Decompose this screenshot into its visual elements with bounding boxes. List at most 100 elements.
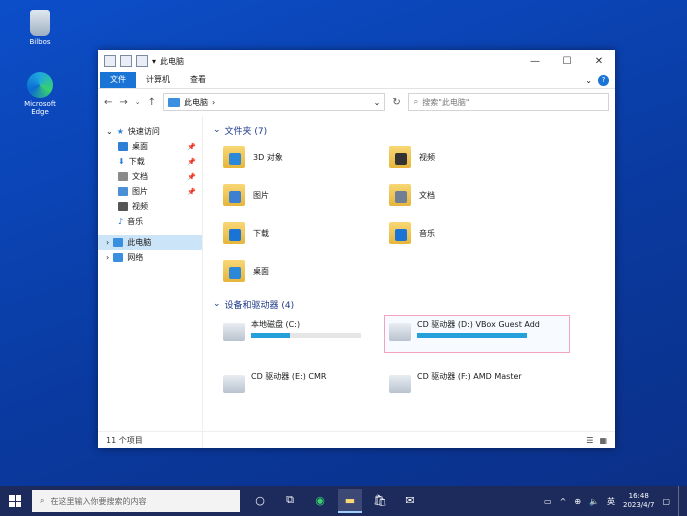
folder-item[interactable]: 桌面 xyxy=(223,257,389,285)
nav-item-music[interactable]: ♪ 音乐 xyxy=(98,214,202,229)
item-count: 11 个项目 xyxy=(106,435,143,445)
clock[interactable]: 16:48 2023/4/7 xyxy=(623,492,654,510)
folder-item[interactable]: 视频 xyxy=(389,143,555,171)
new-folder-icon[interactable] xyxy=(136,55,148,67)
network-icon[interactable]: ⊕ xyxy=(574,497,581,506)
address-row: ← → ⌄ ↑ 此电脑 › ⌄ ↻ ⌕ 搜索"此电脑" xyxy=(98,89,615,115)
folder-item[interactable]: 3D 对象 xyxy=(223,143,389,171)
desktop-icon-label: Bilbos xyxy=(29,38,51,46)
drive-usage-fill xyxy=(251,333,290,338)
folder-icon xyxy=(223,222,245,244)
folder-item[interactable]: 音乐 xyxy=(389,219,555,247)
edge-taskbar-icon[interactable]: ◉ xyxy=(308,489,332,511)
taskbar-search[interactable]: ⌕ 在这里输入你要搜索的内容 xyxy=(32,490,240,512)
back-button[interactable]: ← xyxy=(104,97,112,108)
drives-group-header[interactable]: ⌄ 设备和驱动器 (4) xyxy=(213,297,615,311)
drive-label: CD 驱动器 (D:) VBox Guest Add xyxy=(417,320,540,329)
drive-item[interactable]: CD 驱动器 (F:) AMD Master xyxy=(389,371,565,401)
show-desktop-button[interactable] xyxy=(678,486,683,516)
volume-icon[interactable]: 🔈 xyxy=(589,497,599,506)
drive-label: 本地磁盘 (C:) xyxy=(251,320,301,329)
pc-icon xyxy=(104,55,116,67)
desktop-icon-edge[interactable]: Microsoft Edge xyxy=(18,72,62,116)
ribbon: 文件 计算机 查看 ⌄ ? xyxy=(98,72,615,89)
address-text: 此电脑 xyxy=(184,97,209,107)
nav-item-pictures[interactable]: 图片 📌 xyxy=(98,184,202,199)
tab-view[interactable]: 查看 xyxy=(180,72,216,88)
folder-label: 文档 xyxy=(419,190,435,200)
desktop-icon-label: Microsoft Edge xyxy=(24,100,56,116)
help-icon[interactable]: ? xyxy=(598,74,609,86)
nav-network[interactable]: › 网络 xyxy=(98,250,202,265)
address-bar[interactable]: 此电脑 › ⌄ xyxy=(163,93,386,111)
drive-usage-bar xyxy=(417,333,527,338)
maximize-button[interactable]: ☐ xyxy=(551,56,583,67)
folder-label: 下载 xyxy=(253,228,269,238)
details-view-icon[interactable]: ☰ xyxy=(586,436,593,445)
people-icon[interactable]: ▭ xyxy=(544,497,552,506)
drive-item[interactable]: 本地磁盘 (C:) xyxy=(223,319,389,349)
nav-item-downloads[interactable]: ⬇ 下载 📌 xyxy=(98,154,202,169)
ime-indicator[interactable]: 英 xyxy=(607,496,615,507)
notification-icon[interactable]: ▢ xyxy=(662,497,670,506)
windows-logo-icon xyxy=(9,495,21,507)
task-view-icon[interactable]: ⧉ xyxy=(278,489,302,511)
chevron-up-icon[interactable]: ^ xyxy=(560,497,567,506)
nav-item-documents[interactable]: 文档 📌 xyxy=(98,169,202,184)
start-button[interactable] xyxy=(0,486,30,516)
search-input[interactable]: ⌕ 搜索"此电脑" xyxy=(407,93,609,111)
drive-grid: 本地磁盘 (C:) CD 驱动器 (D:) VBox Guest Add CD 驱动… xyxy=(223,315,615,401)
recent-dropdown-icon[interactable]: ⌄ xyxy=(135,98,141,106)
nav-this-pc[interactable]: › 此电脑 xyxy=(98,235,202,250)
folder-label: 桌面 xyxy=(253,266,269,276)
drive-usage-bar xyxy=(251,333,361,338)
content-pane: ⌄ 文件夹 (7) 3D 对象 视频图片 文档下载 音乐桌面 ⌄ 设备和驱动器 (4)… xyxy=(203,116,615,448)
desktop-icon-recycle-bin[interactable]: Bilbos xyxy=(18,10,62,46)
quick-access-dropdown-icon[interactable]: ▾ xyxy=(152,57,156,66)
folders-group-header[interactable]: ⌄ 文件夹 (7) xyxy=(213,123,615,137)
chevron-right-icon[interactable]: › xyxy=(106,253,109,262)
folder-label: 图片 xyxy=(253,190,269,200)
expand-ribbon-icon[interactable]: ⌄ xyxy=(585,76,592,85)
forward-button[interactable]: → xyxy=(119,97,127,108)
folder-item[interactable]: 下载 xyxy=(223,219,389,247)
folder-badge-icon xyxy=(229,153,241,165)
folder-badge-icon xyxy=(229,191,241,203)
folder-item[interactable]: 文档 xyxy=(389,181,555,209)
up-button[interactable]: ↑ xyxy=(148,97,156,108)
chevron-down-icon[interactable]: ⌄ xyxy=(106,127,113,136)
folder-icon xyxy=(223,260,245,282)
drive-item[interactable]: CD 驱动器 (E:) CMR xyxy=(223,371,389,401)
nav-quick-access[interactable]: ⌄ ★ 快速访问 xyxy=(98,124,202,139)
desktop-icon xyxy=(118,142,128,151)
pin-icon: 📌 xyxy=(187,172,196,181)
close-button[interactable]: ✕ xyxy=(583,56,615,67)
title-bar[interactable]: ▾ 此电脑 — ☐ ✕ xyxy=(98,50,615,72)
cortana-icon[interactable]: ○ xyxy=(248,489,272,511)
address-dropdown-icon[interactable]: ⌄ xyxy=(374,98,381,107)
file-explorer-taskbar-icon[interactable]: ▬ xyxy=(338,489,362,513)
store-icon[interactable]: 🛍 xyxy=(368,489,392,511)
refresh-button[interactable]: ↻ xyxy=(392,97,400,108)
folder-item[interactable]: 图片 xyxy=(223,181,389,209)
properties-icon[interactable] xyxy=(120,55,132,67)
folder-badge-icon xyxy=(395,153,407,165)
tab-file[interactable]: 文件 xyxy=(100,72,136,88)
chevron-right-icon[interactable]: › xyxy=(106,238,109,247)
nav-item-desktop[interactable]: 桌面 📌 xyxy=(98,139,202,154)
folder-icon xyxy=(389,146,411,168)
mail-icon[interactable]: ✉ xyxy=(398,489,422,511)
tiles-view-icon[interactable]: ▦ xyxy=(599,436,607,445)
folder-label: 视频 xyxy=(419,152,435,162)
pin-icon: 📌 xyxy=(187,142,196,151)
tab-computer[interactable]: 计算机 xyxy=(136,72,180,88)
taskbar-search-placeholder: 在这里输入你要搜索的内容 xyxy=(50,496,147,506)
drive-item[interactable]: CD 驱动器 (D:) VBox Guest Add xyxy=(384,315,570,353)
folder-grid: 3D 对象 视频图片 文档下载 音乐桌面 xyxy=(223,143,615,285)
search-icon: ⌕ xyxy=(413,97,419,106)
minimize-button[interactable]: — xyxy=(519,56,551,67)
download-icon: ⬇ xyxy=(118,157,125,166)
nav-item-videos[interactable]: 视频 xyxy=(98,199,202,214)
taskbar-apps: ○ ⧉ ◉ ▬ 🛍 ✉ xyxy=(248,489,422,513)
window-title: 此电脑 xyxy=(160,56,185,66)
